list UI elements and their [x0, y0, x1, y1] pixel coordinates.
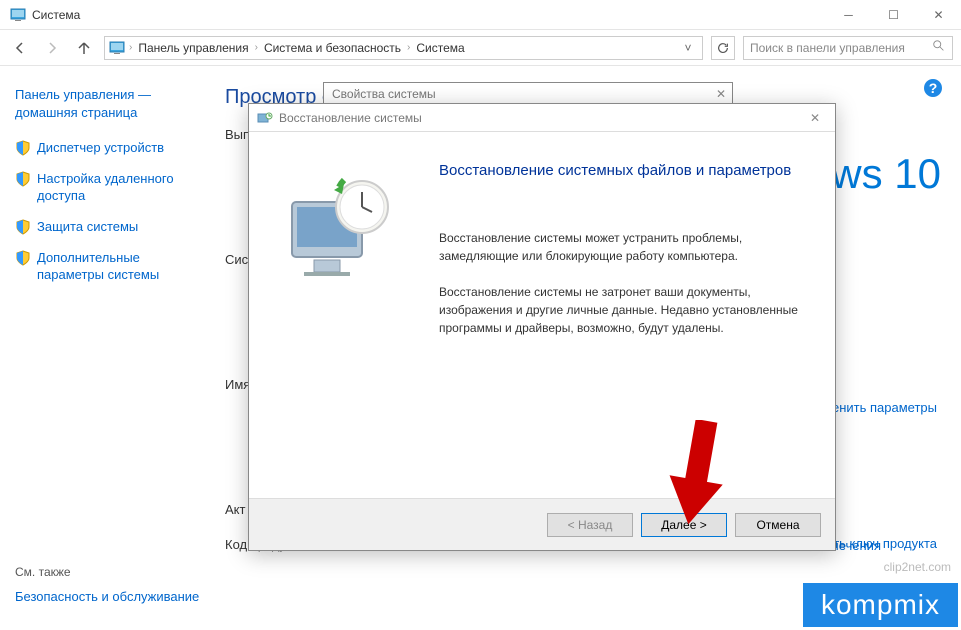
window-titlebar: Система ─ ☐ ✕ — [0, 0, 961, 30]
close-button[interactable]: ✕ — [803, 111, 827, 125]
sidebar-item-label: Дополнительные параметры системы — [37, 250, 200, 284]
refresh-button[interactable] — [711, 36, 735, 60]
dialog-title: Свойства системы — [324, 83, 732, 105]
sidebar-item-device-manager[interactable]: Диспетчер устройств — [15, 140, 200, 157]
search-icon — [932, 39, 946, 56]
dialog-paragraph: Восстановление системы не затронет ваши … — [439, 283, 805, 337]
sidebar-item-system-protection[interactable]: Защита системы — [15, 219, 200, 236]
maximize-button[interactable]: ☐ — [871, 0, 916, 30]
close-button[interactable]: ✕ — [916, 0, 961, 30]
sidebar-item-label: Настройка удаленного доступа — [37, 171, 200, 205]
shield-icon — [15, 219, 31, 235]
system-monitor-icon — [10, 7, 26, 23]
shield-icon — [15, 171, 31, 187]
address-dropdown-icon[interactable]: ˅ — [678, 41, 698, 55]
chevron-right-icon: › — [255, 42, 258, 53]
dialog-paragraph: Восстановление системы может устранить п… — [439, 229, 805, 265]
sidebar-item-advanced-settings[interactable]: Дополнительные параметры системы — [15, 250, 200, 284]
kompmix-watermark: kompmix — [803, 583, 958, 627]
dialog-illustration — [249, 132, 439, 498]
window-title: Система — [32, 8, 826, 22]
breadcrumb-item[interactable]: Система и безопасность — [262, 41, 403, 55]
navigation-bar: › Панель управления › Система и безопасн… — [0, 30, 961, 66]
security-maintenance-link[interactable]: Безопасность и обслуживание — [15, 589, 199, 604]
address-bar[interactable]: › Панель управления › Система и безопасн… — [104, 36, 703, 60]
sidebar-item-remote-settings[interactable]: Настройка удаленного доступа — [15, 171, 200, 205]
see-also-heading: См. также — [15, 565, 199, 579]
close-icon[interactable]: ✕ — [716, 87, 726, 101]
help-icon[interactable]: ? — [923, 78, 943, 98]
restore-icon — [257, 110, 273, 126]
chevron-right-icon: › — [407, 42, 410, 53]
forward-button[interactable] — [40, 36, 64, 60]
shield-icon — [15, 250, 31, 266]
dialog-titlebar: Восстановление системы ✕ — [249, 104, 835, 132]
shield-icon — [15, 140, 31, 156]
control-panel-home-link[interactable]: Панель управления — домашняя страница — [15, 86, 200, 122]
search-placeholder: Поиск в панели управления — [750, 41, 932, 55]
monitor-clock-restore-icon — [284, 172, 404, 282]
cancel-button[interactable]: Отмена — [735, 513, 821, 537]
breadcrumb-item[interactable]: Панель управления — [136, 41, 250, 55]
system-restore-dialog: Восстановление системы ✕ Восстановление … — [248, 103, 836, 551]
control-panel-icon — [109, 40, 125, 56]
minimize-button[interactable]: ─ — [826, 0, 871, 30]
dialog-footer: < Назад Далее > Отмена — [249, 498, 835, 550]
clip2net-watermark: clip2net.com — [884, 560, 951, 574]
search-box[interactable]: Поиск в панели управления — [743, 36, 953, 60]
dialog-title: Восстановление системы — [279, 111, 803, 125]
back-button[interactable] — [8, 36, 32, 60]
annotation-arrow-icon — [666, 420, 726, 530]
breadcrumb-item[interactable]: Система — [414, 41, 466, 55]
chevron-right-icon: › — [129, 42, 132, 53]
back-button: < Назад — [547, 513, 633, 537]
up-button[interactable] — [72, 36, 96, 60]
dialog-heading: Восстановление системных файлов и параме… — [439, 162, 805, 179]
svg-text:?: ? — [929, 80, 938, 96]
sidebar: Панель управления — домашняя страница Ди… — [0, 66, 215, 630]
sidebar-item-label: Защита системы — [37, 219, 138, 236]
sidebar-item-label: Диспетчер устройств — [37, 140, 164, 157]
